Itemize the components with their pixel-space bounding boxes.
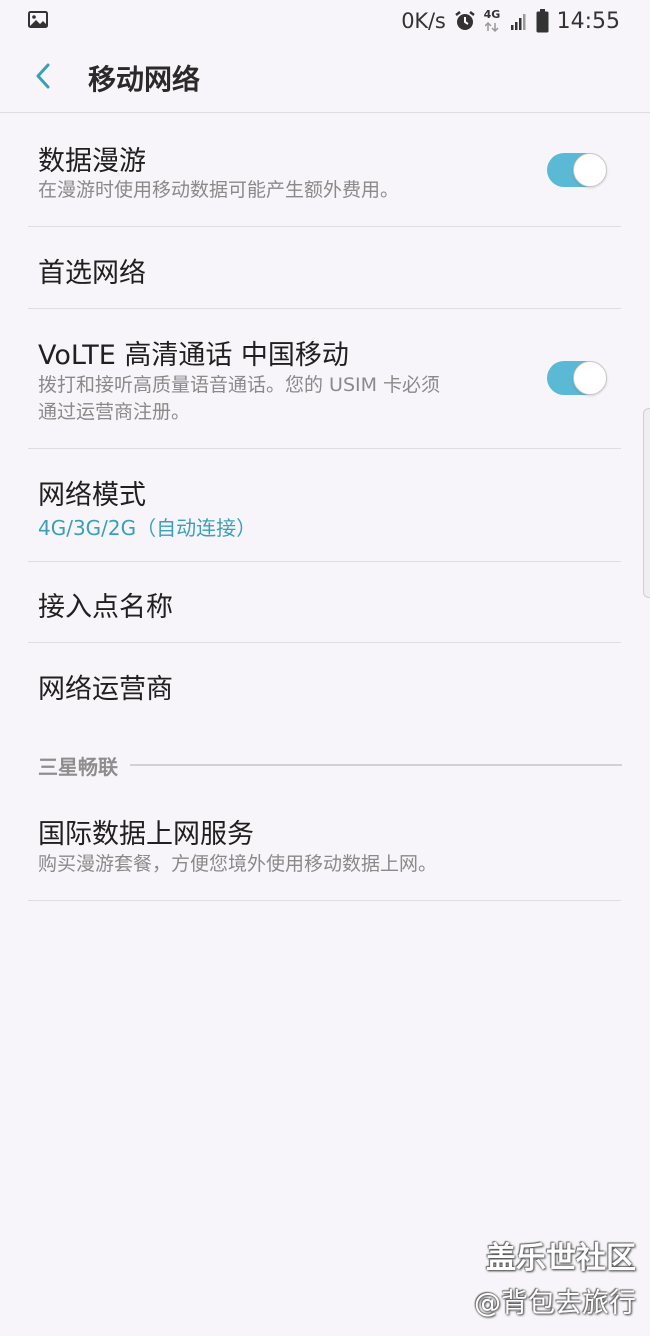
network-type-label: 4G	[483, 8, 501, 21]
section-divider	[130, 764, 622, 766]
setting-title: 网络运营商	[38, 674, 173, 705]
setting-title: VoLTE 高清通话 中国移动	[38, 340, 349, 371]
watermark-forum: 盖乐世社区	[486, 1241, 636, 1276]
battery-icon	[536, 9, 549, 33]
network-type-indicator: 4G	[484, 9, 502, 33]
data-roaming-toggle[interactable]	[547, 153, 607, 187]
net-speed: 0K/s	[401, 9, 446, 33]
section-label: 三星畅联	[38, 754, 118, 779]
setting-description-line2: 通过运营商注册。	[38, 401, 191, 423]
setting-title: 接入点名称	[38, 592, 173, 623]
volte-toggle[interactable]	[547, 361, 607, 395]
app-header: 移动网络	[0, 42, 650, 113]
setting-description-line1: 拨打和接听高质量语音通话。您的 USIM 卡必须	[38, 374, 441, 396]
watermark-user: @背包去旅行	[474, 1288, 636, 1319]
setting-network-operators[interactable]: 网络运营商	[28, 643, 621, 725]
setting-volte[interactable]: VoLTE 高清通话 中国移动 拨打和接听高质量语音通话。您的 USIM 卡必须…	[28, 309, 621, 449]
chevron-left-icon[interactable]	[28, 60, 60, 92]
toggle-thumb	[573, 153, 607, 187]
setting-description: 购买漫游套餐，方便您境外使用移动数据上网。	[38, 853, 438, 875]
setting-description: 在漫游时使用移动数据可能产生额外费用。	[38, 179, 400, 201]
setting-data-roaming[interactable]: 数据漫游 在漫游时使用移动数据可能产生额外费用。	[28, 113, 621, 227]
setting-title: 网络模式	[38, 480, 146, 511]
setting-intl-data-service[interactable]: 国际数据上网服务 购买漫游套餐，方便您境外使用移动数据上网。	[28, 792, 621, 901]
setting-title: 数据漫游	[38, 146, 146, 177]
signal-icon	[510, 14, 526, 30]
section-header-samsung: 三星畅联	[38, 752, 622, 779]
setting-apn[interactable]: 接入点名称	[28, 562, 621, 643]
setting-network-mode[interactable]: 网络模式 4G/3G/2G（自动连接）	[28, 449, 621, 562]
setting-title: 首选网络	[38, 258, 146, 289]
page-title: 移动网络	[88, 63, 201, 96]
data-arrows-icon	[484, 22, 499, 32]
clock-time: 14:55	[556, 8, 620, 34]
scroll-handle[interactable]	[643, 408, 650, 598]
image-icon	[28, 11, 48, 28]
status-right-group: 0K/s 4G 14:55	[401, 7, 620, 35]
status-bar: 0K/s 4G 14:55	[0, 0, 650, 42]
setting-preferred-network[interactable]: 首选网络	[28, 227, 621, 309]
setting-value: 4G/3G/2G（自动连接）	[38, 516, 257, 540]
setting-title: 国际数据上网服务	[38, 819, 254, 850]
toggle-thumb	[573, 361, 607, 395]
alarm-icon	[454, 11, 475, 30]
